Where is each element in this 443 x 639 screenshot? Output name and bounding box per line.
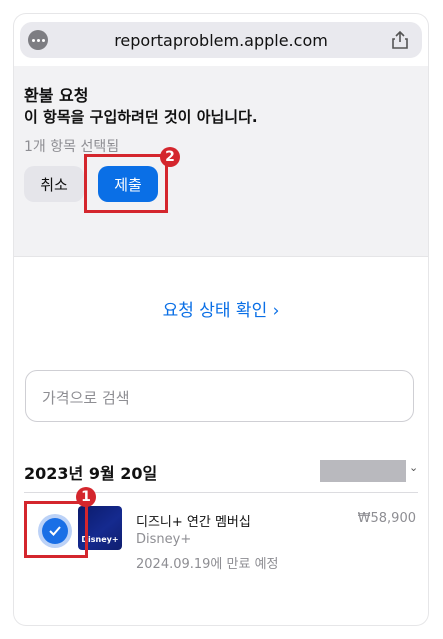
- url-text[interactable]: reportaproblem.apple.com: [20, 31, 422, 50]
- item-name: 디즈니+ 연간 멤버십: [136, 515, 251, 530]
- refund-title: 환불 요청: [24, 86, 89, 105]
- refund-reason: 이 항목을 구입하려던 것이 아닙니다.: [24, 108, 258, 126]
- item-price: ₩58,900: [357, 511, 416, 526]
- selected-count: 1개 항목 선택됨: [24, 139, 120, 155]
- search-placeholder: 가격으로 검색: [42, 389, 130, 407]
- item-publisher: Disney+: [136, 532, 192, 547]
- cancel-button[interactable]: 취소: [24, 166, 84, 202]
- annotation-badge-2: 2: [160, 147, 180, 167]
- item-expiry: 2024.09.19에 만료 예정: [136, 557, 279, 572]
- refund-panel: 환불 요청 이 항목을 구입하려던 것이 아닙니다. 1개 항목 선택됨 취소 …: [14, 66, 428, 257]
- share-icon[interactable]: [390, 30, 410, 50]
- request-status-link[interactable]: 요청 상태 확인 ›: [14, 296, 428, 321]
- annotation-box-2: [84, 154, 168, 213]
- address-bar[interactable]: reportaproblem.apple.com: [20, 22, 422, 58]
- annotation-badge-1: 1: [76, 487, 96, 507]
- search-input[interactable]: 가격으로 검색: [25, 370, 414, 422]
- redacted-field: [320, 460, 406, 482]
- annotation-box-1: [24, 501, 88, 558]
- chevron-down-icon[interactable]: ⌄: [409, 461, 418, 474]
- browser-window: reportaproblem.apple.com 환불 요청 이 항목을 구입하…: [14, 14, 428, 625]
- purchase-date: 2023년 9월 20일: [24, 464, 158, 483]
